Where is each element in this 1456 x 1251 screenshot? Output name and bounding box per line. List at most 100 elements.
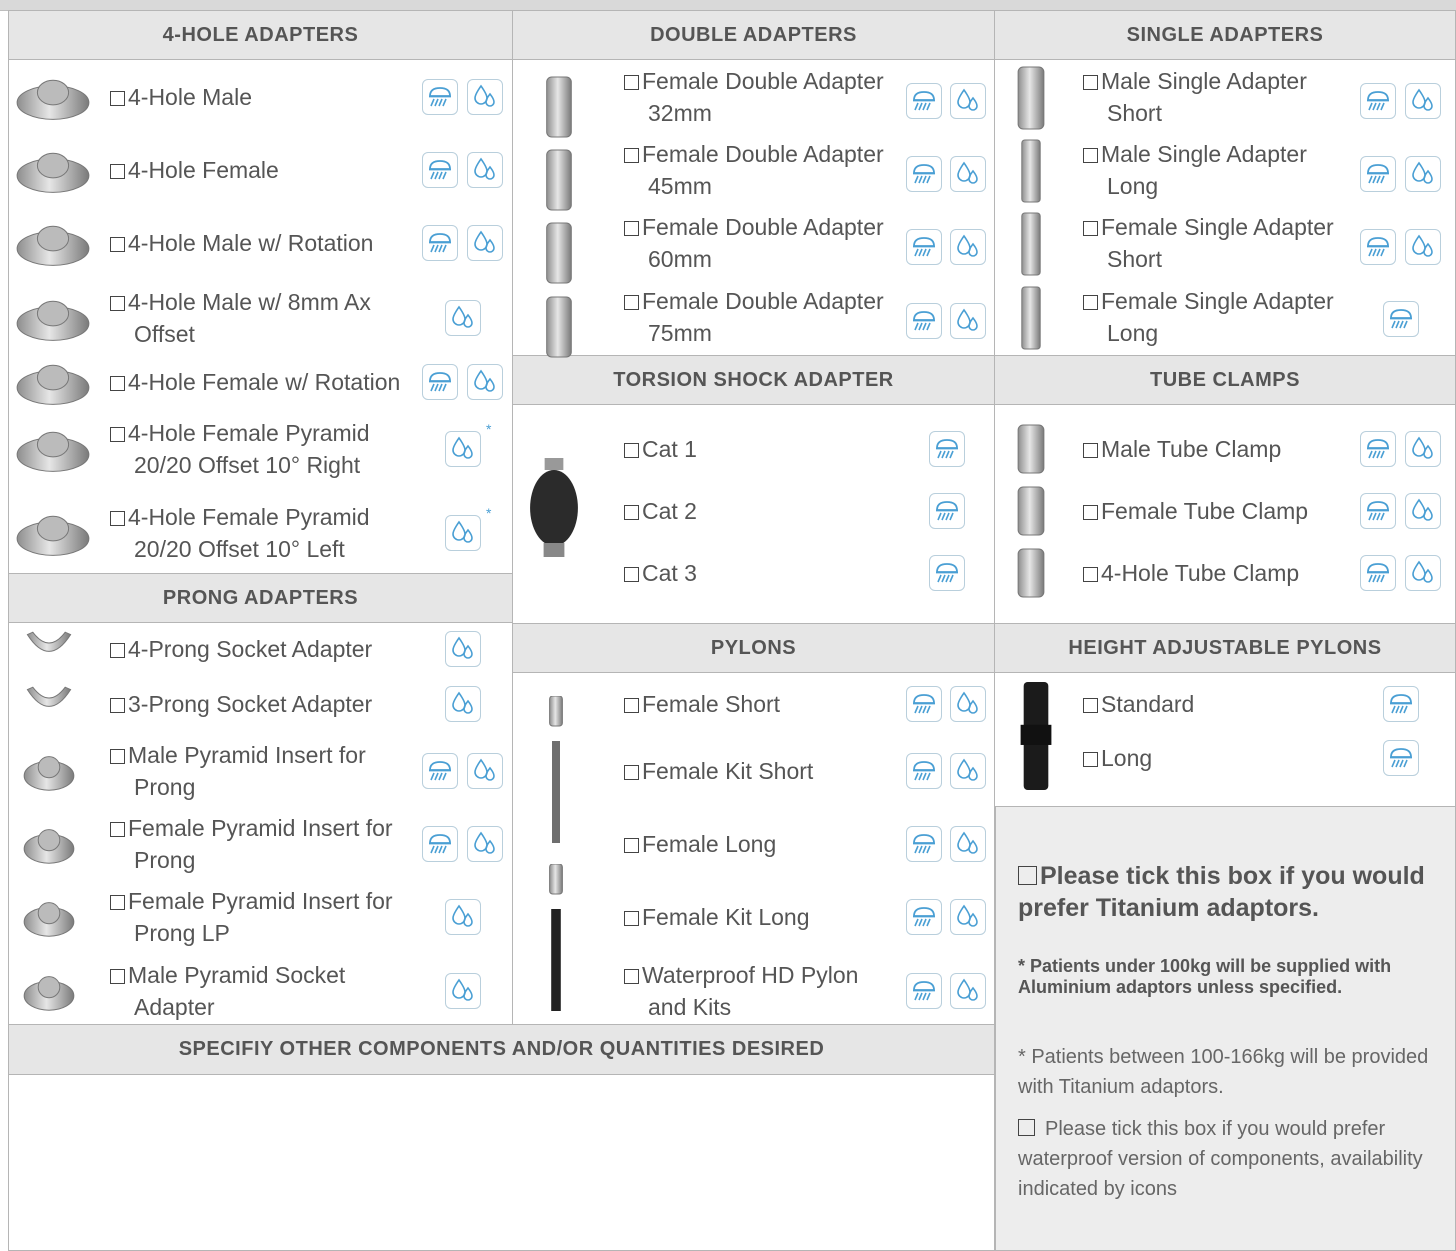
torsion-item[interactable]: Cat 3 — [624, 557, 884, 589]
four-hole-item[interactable]: 4-Hole Female Pyramid 20/20 Offset 10° Ri… — [110, 417, 410, 481]
pylon-item[interactable]: Waterproof HD Pylon and Kits — [624, 959, 894, 1023]
item-checkbox[interactable] — [110, 376, 125, 391]
tube-clamp-item[interactable]: Female Tube Clamp — [1083, 495, 1343, 527]
item-checkbox[interactable] — [624, 969, 639, 984]
prong-adapter-item[interactable]: 3-Prong Socket Adapter — [110, 688, 410, 720]
titanium-checkbox[interactable] — [1018, 866, 1037, 885]
item-label-line2: 20/20 Offset 10° Right — [134, 452, 361, 478]
item-label: Female Double Adapter — [642, 141, 884, 167]
item-label: 4-Hole Male w/ Rotation — [128, 230, 374, 256]
item-checkbox[interactable] — [624, 838, 639, 853]
component-image — [22, 747, 76, 795]
tube-clamp-item[interactable]: 4-Hole Tube Clamp — [1083, 557, 1343, 589]
header-other-components: SPECIFIY OTHER COMPONENTS AND/OR QUANTIT… — [8, 1024, 995, 1075]
item-checkbox[interactable] — [110, 237, 125, 252]
item-checkbox[interactable] — [624, 911, 639, 926]
single-adapter-item[interactable]: Female Single Adapter Short — [1083, 211, 1353, 275]
item-checkbox[interactable] — [110, 895, 125, 910]
item-checkbox[interactable] — [1083, 148, 1098, 163]
height-pylon-item[interactable]: Long — [1083, 742, 1343, 774]
item-label-line2: Long — [1107, 320, 1159, 346]
item-label: 4-Prong Socket Adapter — [128, 636, 373, 662]
component-image — [22, 625, 76, 673]
item-checkbox[interactable] — [624, 765, 639, 780]
item-checkbox[interactable] — [624, 698, 639, 713]
pylon-item[interactable]: Female Kit Long — [624, 901, 894, 933]
item-checkbox[interactable] — [624, 443, 639, 458]
torsion-item[interactable]: Cat 1 — [624, 433, 884, 465]
item-checkbox[interactable] — [1083, 443, 1098, 458]
torsion-item[interactable]: Cat 2 — [624, 495, 884, 527]
item-checkbox[interactable] — [624, 75, 639, 90]
waterproof-option[interactable]: Please tick this box if you would prefer… — [1018, 1114, 1438, 1204]
water-drops-icon — [467, 364, 503, 400]
item-checkbox[interactable] — [624, 221, 639, 236]
item-checkbox[interactable] — [110, 822, 125, 837]
item-checkbox[interactable] — [1083, 221, 1098, 236]
four-hole-item[interactable]: 4-Hole Female — [110, 154, 410, 186]
other-components-textarea[interactable] — [8, 1074, 995, 1251]
four-hole-item[interactable]: 4-Hole Male w/ 8mm Ax Offset — [110, 286, 410, 350]
item-checkbox[interactable] — [624, 567, 639, 582]
item-checkbox[interactable] — [1083, 295, 1098, 310]
item-checkbox[interactable] — [110, 969, 125, 984]
four-hole-item[interactable]: 4-Hole Female w/ Rotation — [110, 366, 410, 398]
item-label-line2: Adapter — [134, 994, 215, 1020]
item-checkbox[interactable] — [110, 511, 125, 526]
item-checkbox[interactable] — [1083, 75, 1098, 90]
water-drops-icon — [950, 973, 986, 1009]
item-checkbox[interactable] — [1083, 567, 1098, 582]
double-adapter-item[interactable]: Female Double Adapter 45mm — [624, 138, 894, 202]
water-drops-icon — [467, 152, 503, 188]
component-image — [537, 295, 581, 359]
item-checkbox[interactable] — [110, 749, 125, 764]
single-adapter-item[interactable]: Female Single Adapter Long — [1083, 285, 1353, 349]
titanium-option[interactable]: Please tick this box if you would prefer… — [1018, 860, 1438, 924]
prong-adapter-item[interactable]: Male Pyramid Insert for Prong — [110, 739, 410, 803]
titanium-weight-note: * Patients between 100-166kg will be pro… — [1018, 1046, 1429, 1098]
single-adapter-item[interactable]: Male Single Adapter Long — [1083, 138, 1353, 202]
item-checkbox[interactable] — [1083, 505, 1098, 520]
four-hole-item[interactable]: 4-Hole Male w/ Rotation — [110, 227, 410, 259]
item-checkbox[interactable] — [1083, 698, 1098, 713]
item-label-line2: Short — [1107, 100, 1162, 126]
double-adapter-item[interactable]: Female Double Adapter 75mm — [624, 285, 894, 349]
item-checkbox[interactable] — [110, 296, 125, 311]
item-checkbox[interactable] — [110, 427, 125, 442]
height-pylon-item[interactable]: Standard — [1083, 688, 1343, 720]
item-checkbox[interactable] — [110, 91, 125, 106]
item-checkbox[interactable] — [110, 698, 125, 713]
double-adapter-item[interactable]: Female Double Adapter 60mm — [624, 211, 894, 275]
pylon-item[interactable]: Female Short — [624, 688, 894, 720]
component-image — [14, 421, 92, 477]
prong-adapter-item[interactable]: Male Pyramid Socket Adapter — [110, 959, 410, 1023]
item-checkbox[interactable] — [110, 164, 125, 179]
item-label: 4-Hole Female — [128, 157, 279, 183]
item-checkbox[interactable] — [1083, 752, 1098, 767]
four-hole-item[interactable]: 4-Hole Male — [110, 81, 410, 113]
item-checkbox[interactable] — [624, 295, 639, 310]
single-adapter-item[interactable]: Male Single Adapter Short — [1083, 65, 1353, 129]
item-label: 3-Prong Socket Adapter — [128, 691, 373, 717]
four-hole-item[interactable]: 4-Hole Female Pyramid 20/20 Offset 10° Le… — [110, 501, 410, 565]
water-drops-icon — [950, 753, 986, 789]
header-torsion-shock: TORSION SHOCK ADAPTER — [512, 355, 995, 405]
prong-adapter-item[interactable]: 4-Prong Socket Adapter — [110, 633, 410, 665]
pylon-item[interactable]: Female Kit Short — [624, 755, 894, 787]
waterproof-checkbox[interactable] — [1018, 1119, 1035, 1136]
pylon-item[interactable]: Female Long — [624, 828, 894, 860]
tube-clamp-item[interactable]: Male Tube Clamp — [1083, 433, 1343, 465]
water-drops-icon — [950, 826, 986, 862]
item-checkbox[interactable] — [624, 148, 639, 163]
item-label-line2: Prong LP — [134, 920, 230, 946]
water-drops-icon — [445, 686, 481, 722]
rain-shower-icon — [1383, 686, 1419, 722]
prong-adapter-item[interactable]: Female Pyramid Insert for Prong — [110, 812, 410, 876]
item-checkbox[interactable] — [624, 505, 639, 520]
header-single-adapters: SINGLE ADAPTERS — [994, 10, 1456, 60]
component-image — [1008, 65, 1054, 131]
prong-adapter-item[interactable]: Female Pyramid Insert for Prong LP — [110, 885, 410, 949]
item-checkbox[interactable] — [110, 643, 125, 658]
double-adapter-item[interactable]: Female Double Adapter 32mm — [624, 65, 894, 129]
component-image — [1008, 547, 1054, 599]
